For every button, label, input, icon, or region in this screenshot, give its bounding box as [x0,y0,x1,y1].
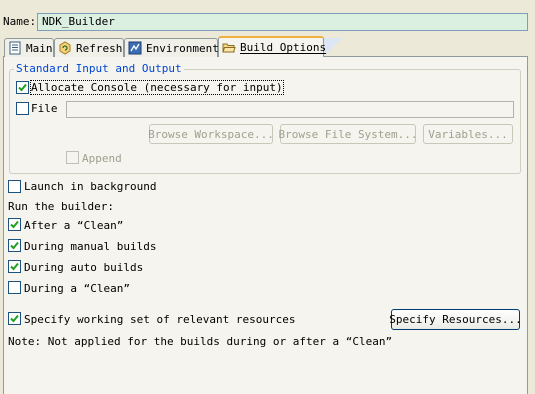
during-clean-checkbox[interactable] [8,281,21,294]
checkmark-icon [10,220,19,229]
manual-builds-checkbox[interactable] [8,239,21,252]
append-checkbox[interactable] [66,151,79,164]
standard-io-title: Standard Input and Output [14,62,184,75]
checkmark-icon [10,241,19,250]
manual-builds-label[interactable]: During manual builds [24,240,156,253]
document-icon [8,41,22,55]
during-clean-label[interactable]: During a “Clean” [24,282,130,295]
auto-builds-checkbox[interactable] [8,260,21,273]
name-label: Name: [3,15,37,28]
allocate-console-checkbox[interactable] [16,81,29,94]
tab-main[interactable]: Main [4,38,54,57]
folder-open-icon [222,41,236,55]
allocate-console-label[interactable]: Allocate Console (necessary for input) [30,80,284,95]
name-input[interactable]: NDK_Builder [37,13,528,31]
working-set-checkbox[interactable] [8,312,21,325]
launch-background-checkbox[interactable] [8,180,21,193]
file-checkbox[interactable] [16,102,29,115]
checkmark-icon [10,314,19,323]
browse-workspace-button[interactable]: Browse Workspace... [148,124,274,144]
auto-builds-label[interactable]: During auto builds [24,261,143,274]
launch-background-label[interactable]: Launch in background [24,180,156,193]
file-path-input[interactable] [66,101,514,118]
environment-icon [128,41,142,55]
refresh-icon [58,41,72,55]
after-clean-label[interactable]: After a “Clean” [24,219,123,232]
file-label[interactable]: File [31,102,58,115]
tab-main-label: Main [26,41,53,55]
checkmark-icon [18,83,27,92]
append-label[interactable]: Append [82,152,122,165]
tab-environment[interactable]: Environment [124,38,219,57]
variables-button[interactable]: Variables... [423,124,513,144]
checkmark-icon [10,262,19,271]
tab-environment-label: Environment [146,41,219,55]
tab-build-options[interactable]: Build Options [218,36,327,57]
browse-file-system-button[interactable]: Browse File System... [278,124,418,144]
tab-build-options-label: Build Options [240,41,327,54]
note-text: Note: Not applied for the builds during … [8,335,393,348]
tab-refresh[interactable]: Refresh [54,38,124,57]
specify-resources-button[interactable]: Specify Resources... [389,309,522,330]
tab-refresh-label: Refresh [76,41,123,55]
run-builder-heading: Run the builder: [8,200,114,213]
working-set-label[interactable]: Specify working set of relevant resource… [24,313,296,326]
after-clean-checkbox[interactable] [8,218,21,231]
